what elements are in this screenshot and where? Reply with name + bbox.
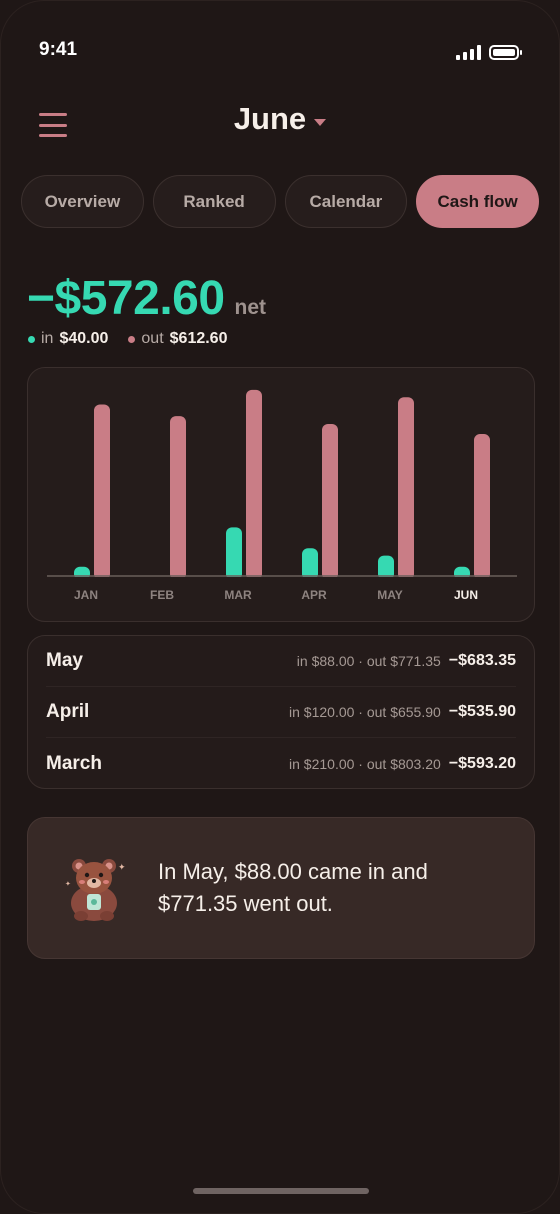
- out-summary: out $612.60: [128, 330, 227, 348]
- x-tick-label: JAN: [74, 588, 98, 602]
- in-label: in: [41, 330, 54, 347]
- tab-ranked[interactable]: Ranked: [152, 175, 276, 228]
- x-tick-label: MAY: [377, 588, 403, 602]
- app-screen: 9:41 June Overview Ranked Calendar Cash …: [0, 0, 560, 1214]
- bar-out-mar[interactable]: [246, 389, 262, 580]
- month-picker[interactable]: June: [1, 101, 559, 137]
- net-label: net: [234, 296, 267, 319]
- net-summary: −$572.60 net: [27, 271, 266, 326]
- tab-calendar[interactable]: Calendar: [284, 175, 408, 228]
- insight-card: ✦ ✦ In May, $88.00 came in and $771.35 w…: [27, 817, 535, 959]
- x-tick-label: JUN: [454, 588, 478, 602]
- battery-level: [493, 49, 515, 56]
- bar-out-jan[interactable]: [94, 404, 110, 580]
- home-indicator[interactable]: [193, 1188, 369, 1194]
- net-amount: −$572.60: [27, 272, 225, 325]
- history-values: in $88.00 · out $771.35 −$683.35: [297, 652, 516, 670]
- x-tick-label: APR: [301, 588, 327, 602]
- history-list: May in $88.00 · out $771.35 −$683.35 Apr…: [27, 635, 535, 789]
- insight-text: In May, $88.00 came in and $771.35 went …: [158, 859, 428, 916]
- history-detail: in $120.00 · out $655.90: [289, 704, 441, 720]
- history-month: March: [46, 752, 102, 774]
- bear-mascot-icon: ✦ ✦: [65, 859, 126, 921]
- svg-text:✦: ✦: [118, 862, 126, 872]
- month-title: June: [233, 101, 307, 136]
- history-net: −$593.20: [448, 754, 516, 772]
- view-tabs: Overview Ranked Calendar Cash flow: [21, 175, 539, 228]
- bar-out-may[interactable]: [398, 397, 414, 580]
- history-row-march[interactable]: March in $210.00 · out $803.20 −$593.20: [46, 738, 516, 789]
- tab-overview[interactable]: Overview: [21, 175, 144, 228]
- axis-mask: [47, 577, 517, 583]
- cash-flow-chart: JAN FEB MAR APR MAY JUN: [27, 367, 535, 622]
- history-net: −$535.90: [448, 703, 516, 720]
- battery-icon: [489, 45, 522, 60]
- in-out-summary: in $40.00 out $612.60: [28, 330, 227, 348]
- svg-text:✦: ✦: [65, 880, 71, 888]
- out-value: $612.60: [169, 330, 228, 347]
- history-values: in $120.00 · out $655.90 −$535.90: [289, 703, 516, 721]
- signal-icon: [456, 45, 481, 60]
- bar-out-jun[interactable]: [474, 434, 490, 580]
- out-dot-icon: [128, 335, 136, 343]
- chart-svg: JAN FEB MAR APR MAY JUN: [47, 389, 517, 602]
- history-row-may[interactable]: May in $88.00 · out $771.35 −$683.35: [46, 636, 516, 687]
- in-dot-icon: [28, 335, 35, 343]
- bar-in-mar[interactable]: [226, 527, 242, 580]
- x-tick-label: MAR: [224, 588, 252, 602]
- history-net: −$683.35: [448, 652, 516, 669]
- history-detail: in $88.00 · out $771.35: [296, 653, 441, 669]
- status-icons: [456, 45, 522, 60]
- history-detail: in $210.00 · out $803.20: [289, 755, 441, 772]
- caret-down-icon: [314, 118, 327, 126]
- tab-cash-flow[interactable]: Cash flow: [416, 175, 539, 228]
- out-label: out: [141, 330, 164, 347]
- bar-in-apr[interactable]: [302, 548, 318, 580]
- history-values: in $210.00 · out $803.20 −$593.20: [289, 755, 516, 773]
- x-tick-label: FEB: [150, 588, 174, 602]
- bar-out-apr[interactable]: [322, 424, 338, 580]
- in-value: $40.00: [59, 330, 109, 347]
- history-month: May: [46, 650, 83, 671]
- history-row-april[interactable]: April in $120.00 · out $655.90 −$535.90: [46, 687, 516, 738]
- history-month: April: [46, 701, 90, 722]
- bar-out-feb[interactable]: [170, 416, 186, 580]
- in-summary: in $40.00: [28, 330, 108, 348]
- status-time: 9:41: [39, 39, 78, 60]
